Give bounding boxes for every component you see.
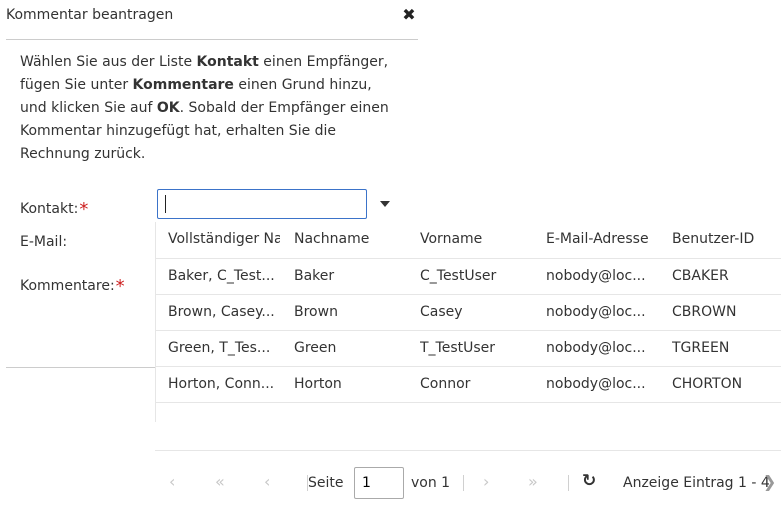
comments-label-text: Kommentare: (20, 278, 115, 294)
grid-header: Vollständiger Na Nachname Vorname E-Mail… (156, 222, 781, 259)
page-label: Seite (308, 475, 344, 491)
cell-last-name: Baker (294, 268, 335, 284)
contact-label-text: Kontakt: (20, 201, 79, 217)
cell-user-id: TGREEN (672, 340, 730, 356)
required-marker: * (115, 276, 125, 297)
pager-separator (568, 475, 569, 491)
instructions-part: Wählen Sie aus der Liste (20, 54, 197, 70)
cell-first-name: Connor (420, 376, 471, 392)
page-count-label: von 1 (411, 475, 451, 491)
dialog-title: Kommentar beantragen (6, 7, 174, 23)
cell-full-name: Horton, Conn... (168, 376, 275, 392)
cell-first-name: C_TestUser (420, 268, 497, 284)
instructions-bold-kommentare: Kommentare (132, 77, 234, 93)
cell-email: nobody@loc... (546, 376, 646, 392)
last-page-icon[interactable]: » (528, 473, 538, 491)
cell-user-id: CBAKER (672, 268, 729, 284)
contact-dropdown-grid: Vollständiger Na Nachname Vorname E-Mail… (155, 222, 781, 422)
table-row[interactable]: Horton, Conn... Horton Connor nobody@loc… (156, 367, 781, 403)
grid-pager: ‹ « ‹ Seite von 1 › » ↻ Anzeige Eintrag … (155, 450, 781, 507)
instructions-text: Wählen Sie aus der Liste Kontakt einen E… (20, 51, 400, 166)
chevron-right-icon[interactable]: ❯ (763, 472, 776, 491)
email-label: E-Mail: (20, 234, 68, 250)
title-divider (6, 39, 418, 40)
instructions-bold-ok: OK (156, 100, 180, 116)
cell-last-name: Horton (294, 376, 342, 392)
cell-full-name: Green, T_Tes... (168, 340, 271, 356)
refresh-icon[interactable]: ↻ (582, 471, 596, 491)
required-marker: * (79, 199, 89, 220)
cell-full-name: Brown, Casey... (168, 304, 275, 320)
prev-page-icon[interactable]: ‹ (264, 473, 270, 491)
cell-first-name: Casey (420, 304, 463, 320)
contact-label: Kontakt:* (20, 197, 89, 220)
pager-status-text: Anzeige Eintrag 1 - 4 (623, 475, 770, 491)
dialog-divider (6, 367, 156, 368)
cell-user-id: CHORTON (672, 376, 743, 392)
cell-email: nobody@loc... (546, 340, 646, 356)
edge-left-icon[interactable]: ‹ (169, 473, 175, 491)
cell-full-name: Baker, C_Test... (168, 268, 275, 284)
column-header-user-id[interactable]: Benutzer-ID (672, 231, 781, 247)
cell-last-name: Brown (294, 304, 338, 320)
comments-label: Kommentare:* (20, 274, 125, 297)
column-header-full-name[interactable]: Vollständiger Na (168, 231, 280, 247)
column-header-email[interactable]: E-Mail-Adresse (546, 231, 652, 247)
contact-input[interactable] (157, 189, 367, 219)
instructions-bold-kontakt: Kontakt (196, 54, 259, 70)
cell-user-id: CBROWN (672, 304, 737, 320)
table-row[interactable]: Brown, Casey... Brown Casey nobody@loc..… (156, 295, 781, 331)
cell-email: nobody@loc... (546, 304, 646, 320)
cell-first-name: T_TestUser (420, 340, 496, 356)
chevron-down-icon[interactable] (372, 190, 398, 218)
table-row[interactable]: Green, T_Tes... Green T_TestUser nobody@… (156, 331, 781, 367)
table-row[interactable]: Baker, C_Test... Baker C_TestUser nobody… (156, 259, 781, 295)
close-icon[interactable]: ✖ (400, 6, 418, 24)
pager-separator (463, 475, 464, 491)
cell-last-name: Green (294, 340, 337, 356)
page-number-input[interactable] (354, 467, 404, 499)
first-page-icon[interactable]: « (215, 473, 225, 491)
column-header-first-name[interactable]: Vorname (420, 231, 532, 247)
cell-email: nobody@loc... (546, 268, 646, 284)
text-cursor (165, 195, 166, 213)
column-header-last-name[interactable]: Nachname (294, 231, 406, 247)
next-page-icon[interactable]: › (483, 473, 489, 491)
